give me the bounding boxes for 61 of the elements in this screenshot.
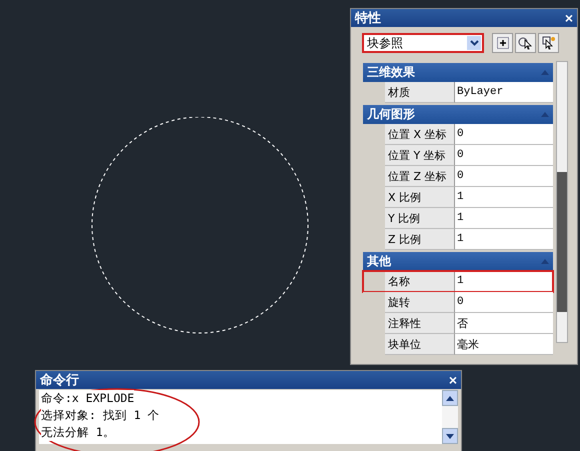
- property-label: Y 比例: [385, 208, 455, 229]
- select-objects-button[interactable]: [515, 33, 536, 53]
- property-label: 位置 Z 坐标: [385, 166, 455, 187]
- property-value: 1: [455, 187, 553, 208]
- property-row[interactable]: 旋转 0: [363, 292, 553, 313]
- section-title: 几何图形: [367, 106, 415, 123]
- section-header[interactable]: 几何图形: [363, 105, 553, 124]
- property-label: 旋转: [385, 292, 455, 313]
- property-label: 块单位: [385, 334, 455, 355]
- chevron-down-icon: [470, 40, 478, 46]
- command-line-text: 选择对象: 找到 1 个: [41, 407, 160, 424]
- toggle-pickadd-button[interactable]: [492, 33, 513, 53]
- property-value: 1: [455, 208, 553, 229]
- property-row[interactable]: Z 比例 1: [363, 229, 553, 250]
- property-row[interactable]: 注释性 否: [363, 313, 553, 334]
- property-label: 位置 X 坐标: [385, 124, 455, 145]
- property-value: 1: [455, 271, 553, 292]
- caret-up-icon: [446, 396, 454, 400]
- caret-down-icon: [446, 434, 454, 438]
- quick-select-button[interactable]: [538, 33, 559, 53]
- property-row[interactable]: 名称 1: [363, 271, 553, 292]
- property-value: 毫米: [455, 334, 553, 355]
- property-value: 0: [455, 166, 553, 187]
- property-row[interactable]: Y 比例 1: [363, 208, 553, 229]
- scroll-up-button[interactable]: [442, 390, 458, 406]
- scroll-down-button[interactable]: [442, 428, 458, 444]
- property-value: 否: [455, 313, 553, 334]
- section-header[interactable]: 三维效果: [363, 63, 553, 82]
- command-line-text: 命令:x EXPLODE: [41, 390, 134, 407]
- property-label: 材质: [385, 82, 455, 103]
- caret-up-icon: [541, 112, 549, 117]
- close-button[interactable]: ×: [564, 11, 573, 25]
- cursor-star-icon: [542, 36, 556, 50]
- property-label: X 比例: [385, 187, 455, 208]
- property-value: ByLayer: [455, 82, 553, 103]
- property-value: 1: [455, 229, 553, 250]
- property-row[interactable]: 位置 Z 坐标 0: [363, 166, 553, 187]
- property-row[interactable]: 块单位 毫米: [363, 334, 553, 355]
- object-type-dropdown[interactable]: 块参照: [362, 33, 484, 53]
- property-row[interactable]: 材质 ByLayer: [363, 82, 553, 103]
- scrollbar[interactable]: [556, 61, 568, 343]
- window-title: 命令行: [40, 372, 79, 389]
- property-row[interactable]: X 比例 1: [363, 187, 553, 208]
- property-label: 位置 Y 坐标: [385, 145, 455, 166]
- section-header[interactable]: 其他: [363, 252, 553, 271]
- property-row[interactable]: 位置 X 坐标 0: [363, 124, 553, 145]
- close-button[interactable]: ×: [448, 373, 457, 387]
- caret-up-icon: [541, 259, 549, 264]
- panel-title: 特性: [355, 10, 381, 27]
- property-label: Z 比例: [385, 229, 455, 250]
- cursor-shape-icon: [518, 36, 533, 50]
- property-value: 0: [455, 124, 553, 145]
- caret-up-icon: [541, 70, 549, 75]
- property-label: 名称: [385, 271, 455, 292]
- property-value: 0: [455, 292, 553, 313]
- plus-icon: [496, 37, 508, 49]
- property-row[interactable]: 位置 Y 坐标 0: [363, 145, 553, 166]
- section-title: 其他: [367, 253, 391, 270]
- section-title: 三维效果: [367, 64, 415, 81]
- property-value: 0: [455, 145, 553, 166]
- property-label: 注释性: [385, 313, 455, 334]
